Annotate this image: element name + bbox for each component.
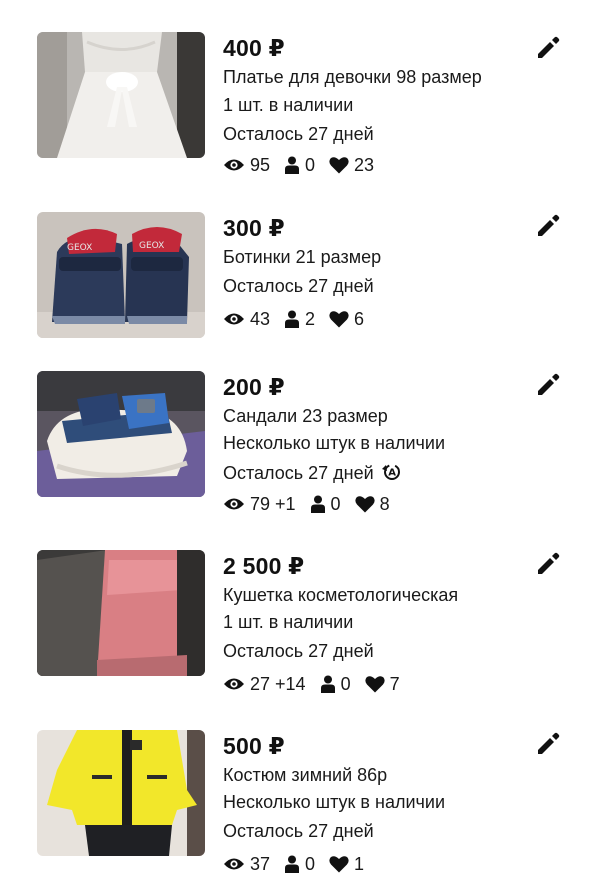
listing-remaining: Осталось 27 дней xyxy=(223,821,374,841)
eye-icon xyxy=(224,858,244,870)
listing-stats: 43 2 6 xyxy=(223,306,378,332)
contacts-stat: 0 xyxy=(284,155,315,176)
eye-icon xyxy=(224,678,244,690)
pencil-icon xyxy=(538,552,560,574)
winter-suit-photo xyxy=(37,730,205,856)
listing-price: 200 ₽ xyxy=(223,374,285,400)
eye-icon xyxy=(224,498,244,510)
contacts-stat: 0 xyxy=(310,494,341,515)
views-count: 37 xyxy=(250,853,271,874)
favorites-count: 1 xyxy=(354,853,365,874)
listing-stats: 95 0 23 xyxy=(223,152,388,178)
views-count: 27 +14 xyxy=(250,673,306,694)
pencil-icon xyxy=(538,373,560,395)
pencil-icon xyxy=(538,214,560,236)
contacts-count: 0 xyxy=(330,493,341,514)
edit-button[interactable] xyxy=(532,369,564,401)
heart-icon xyxy=(329,311,349,328)
svg-text:A: A xyxy=(388,468,396,479)
listing-availability: Несколько штук в наличии xyxy=(223,792,445,812)
couch-photo xyxy=(37,550,205,676)
listing-title[interactable]: Кушетка косметологическая xyxy=(223,585,458,606)
heart-icon xyxy=(329,157,349,174)
favorites-count: 6 xyxy=(354,308,365,329)
views-count: 43 xyxy=(250,308,271,329)
contacts-count: 0 xyxy=(305,853,316,874)
views-stat: 95 xyxy=(223,155,270,176)
eye-icon xyxy=(224,159,244,171)
listing-title[interactable]: Костюм зимний 86р xyxy=(223,765,387,786)
favorites-count: 7 xyxy=(389,673,400,694)
edit-button[interactable] xyxy=(532,32,564,64)
svg-text:GEOX: GEOX xyxy=(139,241,164,251)
listing-remaining: Осталось 27 дней xyxy=(223,641,374,661)
heart-icon xyxy=(364,676,385,693)
listing-stats: 79 +1 0 8 xyxy=(223,491,404,517)
views-stat: 37 xyxy=(223,854,270,875)
favorites-stat: 1 xyxy=(329,854,364,875)
listing-price: 300 ₽ xyxy=(223,215,285,241)
sandals-photo xyxy=(37,371,205,497)
listing-remaining: Осталось 27 дней xyxy=(223,276,374,296)
dress-photo xyxy=(37,32,205,158)
heart-icon xyxy=(329,856,349,873)
favorites-stat: 23 xyxy=(329,155,374,176)
person-icon xyxy=(285,156,300,174)
contacts-count: 0 xyxy=(305,154,316,175)
listing-photo[interactable] xyxy=(37,550,205,676)
listing-availability: 1 шт. в наличии xyxy=(223,95,354,115)
listing-stats: 37 0 1 xyxy=(223,851,378,877)
favorites-stat: 6 xyxy=(329,309,364,330)
listing-title[interactable]: Платье для девочки 98 размер xyxy=(223,67,482,88)
favorites-count: 23 xyxy=(354,154,375,175)
contacts-stat: 2 xyxy=(284,309,315,330)
favorites-count: 8 xyxy=(379,493,390,514)
listing-price: 2 500 ₽ xyxy=(223,553,305,579)
listing-price: 500 ₽ xyxy=(223,733,285,759)
person-icon xyxy=(285,310,300,328)
contacts-stat: 0 xyxy=(320,674,351,695)
listing-title[interactable]: Сандали 23 размер xyxy=(223,406,388,427)
listing-remaining: Осталось 27 дней xyxy=(223,124,374,144)
views-stat: 43 xyxy=(223,309,270,330)
edit-button[interactable] xyxy=(532,548,564,580)
listing-availability: Несколько штук в наличии xyxy=(223,433,445,453)
listing-remaining: Осталось 27 дней xyxy=(223,463,374,483)
shoes-photo: GEOX GEOX xyxy=(37,212,205,338)
listing-photo[interactable]: GEOX GEOX xyxy=(37,212,205,338)
listing-photo[interactable] xyxy=(37,371,205,497)
listing-stats: 27 +14 0 7 xyxy=(223,671,414,697)
person-icon xyxy=(320,675,335,693)
views-count: 95 xyxy=(250,154,271,175)
edit-button[interactable] xyxy=(532,728,564,760)
edit-button[interactable] xyxy=(532,210,564,242)
views-stat: 79 +1 xyxy=(223,494,296,515)
views-stat: 27 +14 xyxy=(223,674,306,695)
favorites-stat: 8 xyxy=(354,493,390,515)
contacts-stat: 0 xyxy=(284,854,315,875)
views-count: 79 +1 xyxy=(250,493,296,514)
listing-price: 400 ₽ xyxy=(223,35,285,61)
listing-photo[interactable] xyxy=(37,32,205,158)
listing-title[interactable]: Ботинки 21 размер xyxy=(223,247,381,268)
pencil-icon xyxy=(538,732,560,754)
listing-photo[interactable] xyxy=(37,730,205,856)
listing-remaining-row: Осталось 27 дней A xyxy=(223,462,402,484)
eye-icon xyxy=(224,313,244,325)
contacts-count: 0 xyxy=(340,673,351,694)
person-icon xyxy=(285,855,300,873)
listing-availability: 1 шт. в наличии xyxy=(223,612,354,632)
person-icon xyxy=(310,495,325,513)
contacts-count: 2 xyxy=(305,308,316,329)
svg-text:GEOX: GEOX xyxy=(67,243,92,253)
favorites-stat: 7 xyxy=(364,673,400,695)
heart-icon xyxy=(354,496,375,513)
auto-renew-icon: A xyxy=(381,464,400,480)
pencil-icon xyxy=(538,36,560,58)
